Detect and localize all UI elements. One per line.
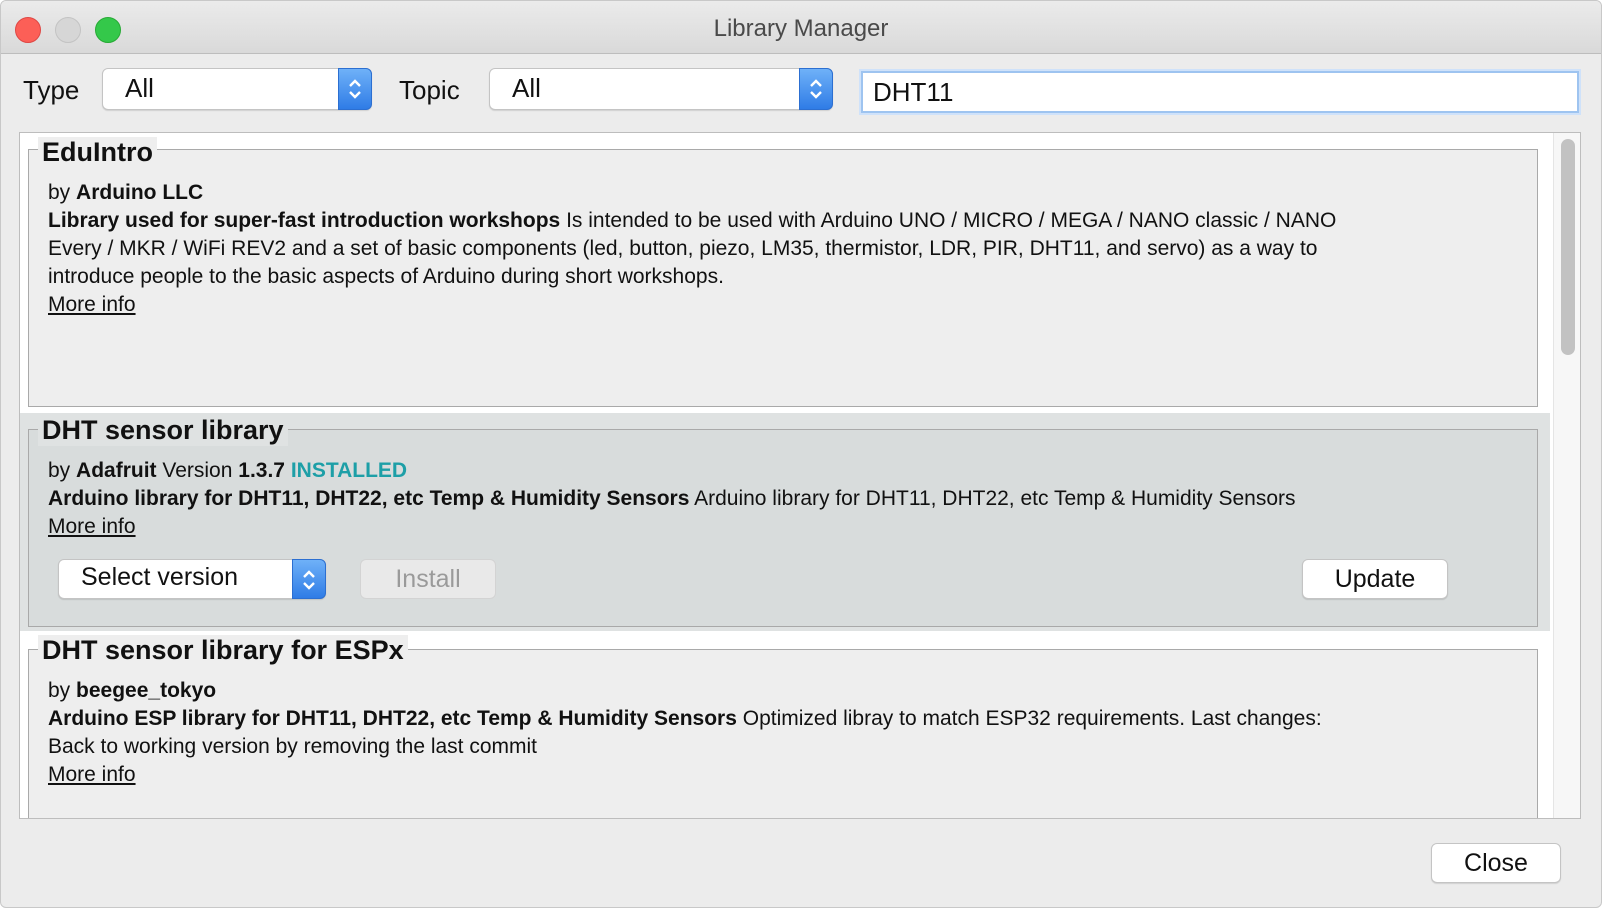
updown-arrows-icon bbox=[799, 68, 833, 110]
author-name: Adafruit bbox=[76, 459, 157, 482]
library-summary: Arduino ESP library for DHT11, DHT22, et… bbox=[48, 707, 737, 730]
select-version-label: Select version bbox=[81, 563, 239, 591]
installed-badge: INSTALLED bbox=[290, 459, 408, 482]
library-description: Is intended to be used with Arduino UNO … bbox=[566, 209, 1337, 232]
install-button[interactable]: Install bbox=[360, 559, 496, 599]
library-description: Arduino library for DHT11, DHT22, etc Te… bbox=[694, 487, 1296, 510]
description-line-3: introduce people to the basic aspects of… bbox=[48, 265, 724, 288]
more-info-link[interactable]: More info bbox=[48, 515, 136, 539]
library-description: Optimized libray to match ESP32 requirem… bbox=[742, 707, 1322, 730]
more-info-link[interactable]: More info bbox=[48, 763, 136, 787]
search-field[interactable] bbox=[861, 71, 1579, 113]
window-title: Library Manager bbox=[713, 15, 889, 42]
updown-arrows-icon bbox=[338, 68, 372, 110]
author-line: by beegee_tokyo bbox=[48, 679, 216, 703]
card-frame bbox=[28, 649, 1538, 818]
topic-dropdown-value: All bbox=[512, 73, 541, 103]
type-label: Type bbox=[23, 75, 80, 105]
version-number: 1.3.7 bbox=[238, 459, 285, 482]
version-label: Version bbox=[162, 459, 233, 482]
title-bar[interactable]: Library Manager bbox=[1, 1, 1601, 54]
author-name: beegee_tokyo bbox=[76, 679, 217, 702]
search-input[interactable] bbox=[871, 76, 1565, 108]
library-summary: Library used for super-fast introduction… bbox=[48, 209, 561, 232]
type-dropdown-value: All bbox=[125, 73, 154, 103]
library-name: DHT sensor library bbox=[38, 415, 288, 446]
by-label: by bbox=[48, 459, 71, 482]
close-button[interactable]: Close bbox=[1431, 843, 1561, 883]
author-line: by Arduino LLC bbox=[48, 181, 203, 205]
author-name: Arduino LLC bbox=[76, 181, 204, 204]
topic-label: Topic bbox=[399, 75, 460, 105]
description-line-1: Arduino library for DHT11, DHT22, etc Te… bbox=[48, 487, 1296, 511]
type-dropdown[interactable]: All bbox=[102, 68, 372, 110]
topic-dropdown[interactable]: All bbox=[489, 68, 833, 110]
description-line-1: Arduino ESP library for DHT11, DHT22, et… bbox=[48, 707, 1322, 731]
library-manager-window: Library Manager Type All Topic All EduIn… bbox=[0, 0, 1602, 908]
library-card-dht-sensor[interactable]: DHT sensor library by Adafruit Version 1… bbox=[20, 413, 1550, 631]
library-name: DHT sensor library for ESPx bbox=[38, 635, 408, 666]
scrollbar-thumb[interactable] bbox=[1561, 139, 1575, 355]
library-card-dht-espx[interactable]: DHT sensor library for ESPx by beegee_to… bbox=[20, 631, 1550, 818]
library-card-eduintro[interactable]: EduIntro by Arduino LLC Library used for… bbox=[20, 133, 1550, 413]
more-info-link[interactable]: More info bbox=[48, 293, 136, 317]
by-label: by bbox=[48, 679, 71, 702]
library-name: EduIntro bbox=[38, 137, 157, 168]
description-line-1: Library used for super-fast introduction… bbox=[48, 209, 1336, 233]
updown-arrows-icon bbox=[292, 559, 326, 599]
by-label: by bbox=[48, 181, 71, 204]
author-line: by Adafruit Version 1.3.7 INSTALLED bbox=[48, 459, 407, 483]
description-line-2: Back to working version by removing the … bbox=[48, 735, 538, 758]
list-scrollbar[interactable] bbox=[1553, 133, 1580, 818]
description-line-2: Every / MKR / WiFi REV2 and a set of bas… bbox=[48, 237, 1318, 260]
library-list[interactable]: EduIntro by Arduino LLC Library used for… bbox=[19, 132, 1581, 819]
update-button[interactable]: Update bbox=[1302, 559, 1448, 599]
select-version-dropdown[interactable]: Select version bbox=[58, 559, 326, 599]
library-summary: Arduino library for DHT11, DHT22, etc Te… bbox=[48, 487, 690, 510]
